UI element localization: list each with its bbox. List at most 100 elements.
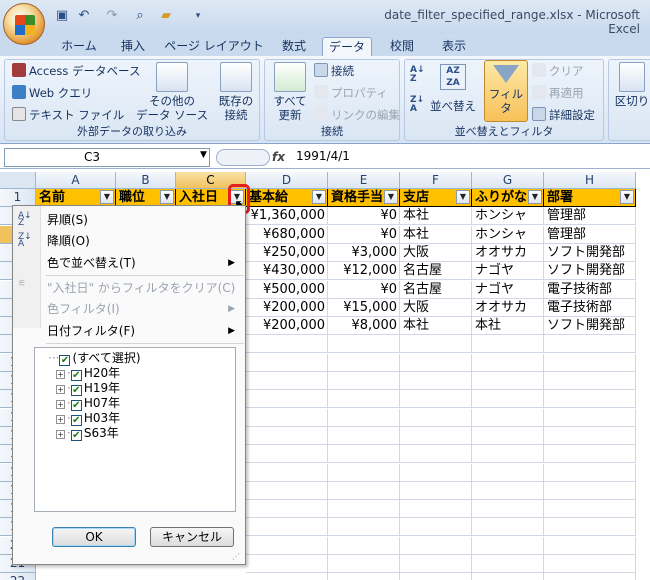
empty-cell[interactable] — [544, 555, 636, 573]
empty-cell[interactable] — [400, 445, 472, 464]
empty-cell[interactable] — [472, 481, 544, 500]
table-cell[interactable]: ¥0 — [328, 225, 400, 244]
checkbox-checked-icon[interactable]: ✔ — [70, 370, 82, 381]
empty-cell[interactable] — [544, 445, 636, 464]
save-icon[interactable]: ▣ — [54, 8, 70, 24]
table-header-cell[interactable]: 資格手当 ▼ — [328, 189, 400, 207]
list-item[interactable]: + ·✔ H03年 — [56, 411, 120, 426]
column-header-a[interactable]: A — [36, 172, 116, 189]
expand-plus-icon[interactable]: + — [56, 415, 65, 424]
empty-cell[interactable] — [400, 500, 472, 519]
table-header-cell[interactable]: 部署 ▼ — [544, 189, 636, 207]
empty-cell[interactable] — [328, 408, 400, 427]
list-item[interactable]: + ·✔ H20年 — [56, 366, 120, 381]
table-cell[interactable]: ナゴヤ — [472, 262, 544, 281]
table-cell[interactable]: ¥12,000 — [328, 262, 400, 281]
sort-az-icon[interactable]: A↓ Z — [410, 66, 428, 84]
table-cell[interactable]: ¥1,360,000 — [246, 207, 328, 226]
filter-dropdown-icon[interactable]: ▼ — [160, 190, 174, 204]
empty-cell[interactable] — [544, 426, 636, 445]
filter-dropdown-icon[interactable]: ▼ — [528, 190, 542, 204]
expand-plus-icon[interactable]: + — [56, 370, 65, 379]
empty-cell[interactable] — [544, 408, 636, 427]
access-db-button[interactable]: Access データベース — [12, 63, 140, 79]
table-cell[interactable]: オオサカ — [472, 298, 544, 317]
checkbox-checked-icon[interactable]: ✔ — [70, 385, 82, 396]
text-file-button[interactable]: テキスト ファイル — [12, 107, 124, 123]
table-cell[interactable]: ホンシャ — [472, 207, 544, 226]
existing-connections-button[interactable]: 既存の 接続 — [214, 62, 258, 122]
empty-cell[interactable] — [544, 353, 636, 372]
ok-button[interactable]: OK — [52, 527, 136, 547]
advanced-filter-button[interactable]: 詳細設定 — [532, 107, 595, 123]
empty-cell[interactable] — [328, 353, 400, 372]
empty-cell[interactable] — [246, 426, 328, 445]
table-cell[interactable]: ナゴヤ — [472, 280, 544, 299]
empty-cell[interactable] — [328, 390, 400, 409]
empty-cell[interactable] — [328, 555, 400, 573]
menu-sort-asc[interactable]: A↓ Z 昇順(S) — [13, 210, 243, 230]
empty-cell[interactable] — [400, 536, 472, 555]
empty-cell[interactable] — [544, 463, 636, 482]
table-cell[interactable]: ¥3,000 — [328, 243, 400, 262]
empty-cell[interactable] — [328, 481, 400, 500]
empty-cell[interactable] — [400, 573, 472, 580]
empty-cell[interactable] — [472, 353, 544, 372]
tab-formulas[interactable]: 数式 — [272, 37, 316, 56]
web-query-button[interactable]: Web クエリ — [12, 85, 92, 101]
cancel-button[interactable]: キャンセル — [150, 527, 234, 547]
empty-cell[interactable] — [400, 353, 472, 372]
table-header-cell[interactable]: 支店 ▼ — [400, 189, 472, 207]
empty-cell[interactable] — [400, 390, 472, 409]
expand-plus-icon[interactable]: + — [56, 385, 65, 394]
filter-button[interactable]: フィルタ — [484, 60, 528, 122]
table-cell[interactable]: ¥200,000 — [246, 298, 328, 317]
table-cell[interactable]: ¥0 — [328, 207, 400, 226]
empty-cell[interactable] — [544, 481, 636, 500]
qat-customize-icon[interactable]: ▾ — [190, 8, 206, 24]
table-cell[interactable]: ¥680,000 — [246, 225, 328, 244]
undo-icon[interactable]: ↶ — [76, 8, 92, 24]
column-header-g[interactable]: G — [472, 172, 544, 189]
empty-cell[interactable] — [246, 408, 328, 427]
checkbox-checked-icon[interactable]: ✔ — [59, 355, 71, 366]
empty-cell[interactable] — [400, 426, 472, 445]
empty-cell[interactable] — [246, 481, 328, 500]
empty-cell[interactable] — [472, 555, 544, 573]
table-cell[interactable]: ソフト開発部 — [544, 317, 636, 336]
empty-cell[interactable] — [328, 445, 400, 464]
checkbox-checked-icon[interactable]: ✔ — [70, 400, 82, 411]
filter-dropdown-icon[interactable]: ▼ — [100, 190, 114, 204]
empty-cell[interactable] — [472, 500, 544, 519]
table-cell[interactable]: ソフト開発部 — [544, 262, 636, 281]
table-cell[interactable]: 名古屋 — [400, 280, 472, 299]
table-cell[interactable]: ¥500,000 — [246, 280, 328, 299]
empty-cell[interactable] — [246, 335, 328, 354]
list-item[interactable]: + ·✔ H19年 — [56, 381, 120, 396]
menu-sort-desc[interactable]: Z↓ A 降順(O) — [13, 231, 243, 251]
expand-plus-icon[interactable]: + — [56, 430, 65, 439]
empty-cell[interactable] — [328, 426, 400, 445]
open-icon[interactable]: ▰ — [158, 8, 174, 24]
table-cell[interactable]: ソフト開発部 — [544, 243, 636, 262]
empty-cell[interactable] — [328, 500, 400, 519]
empty-cell[interactable] — [472, 408, 544, 427]
column-header-d[interactable]: D — [246, 172, 328, 189]
namebox-dropdown-icon[interactable]: ▼ — [200, 150, 207, 160]
table-cell[interactable]: 名古屋 — [400, 262, 472, 281]
table-header-cell[interactable]: 基本給 ▼ — [246, 189, 328, 207]
empty-cell[interactable] — [328, 372, 400, 390]
table-cell[interactable]: 大阪 — [400, 243, 472, 262]
table-cell[interactable]: 管理部 — [544, 207, 636, 226]
connections-button[interactable]: 接続 — [314, 63, 354, 79]
empty-cell[interactable] — [246, 518, 328, 537]
empty-cell[interactable] — [400, 518, 472, 537]
empty-cell[interactable] — [246, 536, 328, 555]
other-sources-button[interactable]: その他の データ ソース — [136, 62, 208, 122]
empty-cell[interactable] — [472, 463, 544, 482]
menu-date-filter[interactable]: 日付フィルタ(F) ▶ — [13, 321, 243, 341]
table-cell[interactable]: 電子技術部 — [544, 280, 636, 299]
empty-cell[interactable] — [246, 555, 328, 573]
list-item[interactable]: + ·✔ H07年 — [56, 396, 120, 411]
sort-za-icon[interactable]: Z↓ A — [410, 96, 428, 114]
